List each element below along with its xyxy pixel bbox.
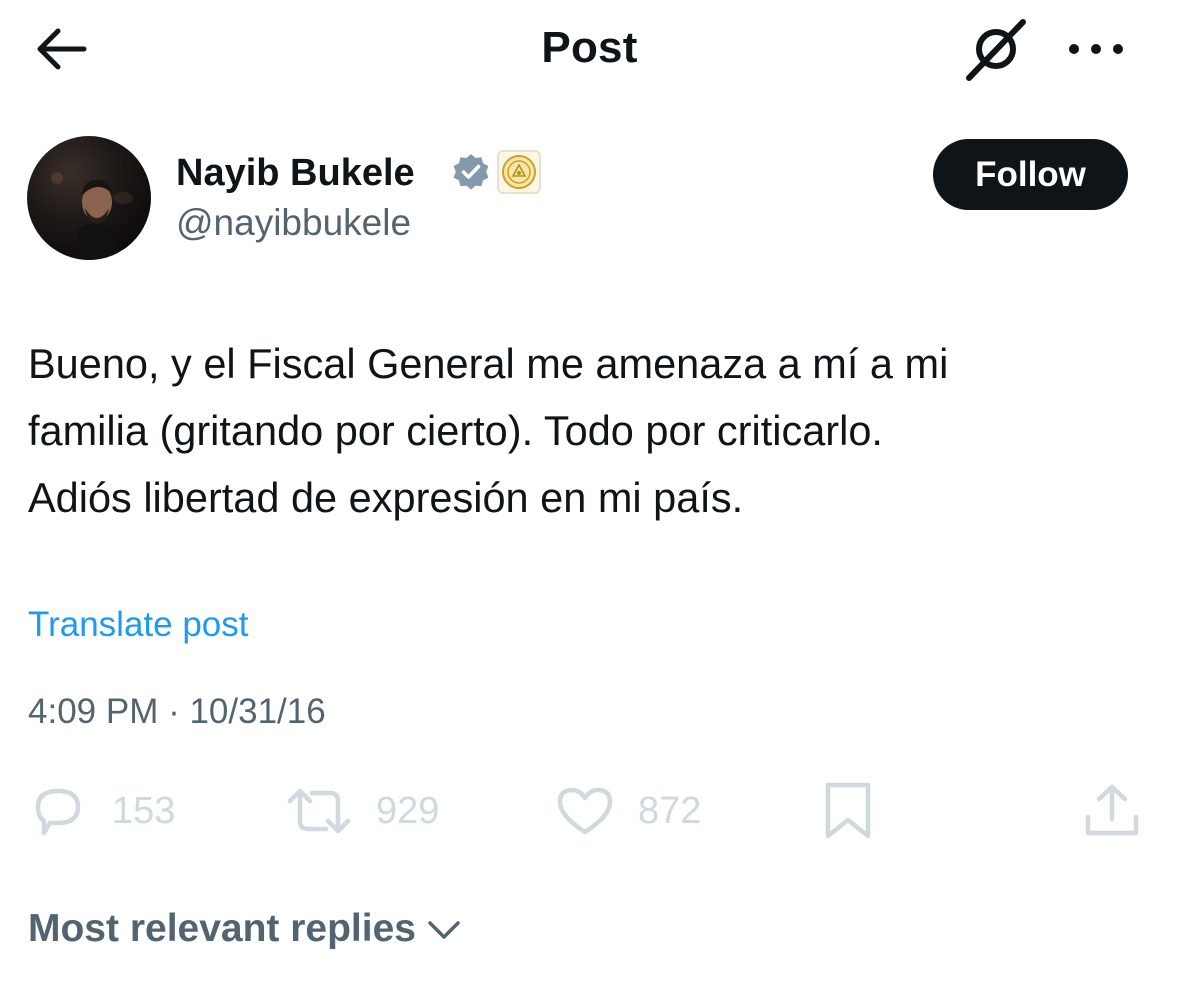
replies-sort-label: Most relevant replies [28,907,416,950]
share-button[interactable] [1082,780,1142,842]
like-count: 872 [638,789,702,832]
grok-icon [966,19,1026,81]
chevron-down-icon [426,917,462,941]
avatar-image [27,136,151,260]
post-text: Bueno, y el Fiscal General me amenaza a … [28,340,949,521]
avatar[interactable] [27,136,151,260]
repost-icon [287,788,351,834]
bookmark-icon [825,782,871,839]
reply-icon [35,788,81,836]
heart-icon [557,787,613,835]
author-handle[interactable]: @nayibbukele [176,200,411,246]
bookmark-button[interactable] [822,780,874,842]
reply-count: 153 [112,789,176,832]
more-button[interactable] [1062,26,1130,72]
el-salvador-seal-icon[interactable] [497,150,541,194]
translate-post-link[interactable]: Translate post [28,602,248,648]
share-icon [1085,784,1139,836]
follow-button[interactable]: Follow [933,139,1128,210]
verified-badge-icon [451,152,491,192]
like-button[interactable]: 872 [556,780,701,842]
author-name[interactable]: Nayib Bukele [176,150,415,196]
post-timestamp[interactable]: 4:09 PM · 10/31/16 [28,689,326,735]
repost-count: 929 [376,789,440,832]
reply-button[interactable]: 153 [28,780,175,842]
repost-button[interactable]: 929 [286,780,439,842]
replies-sort-dropdown[interactable]: Most relevant replies [28,904,462,954]
more-dots-icon [1069,44,1123,54]
grok-button[interactable] [960,16,1032,82]
